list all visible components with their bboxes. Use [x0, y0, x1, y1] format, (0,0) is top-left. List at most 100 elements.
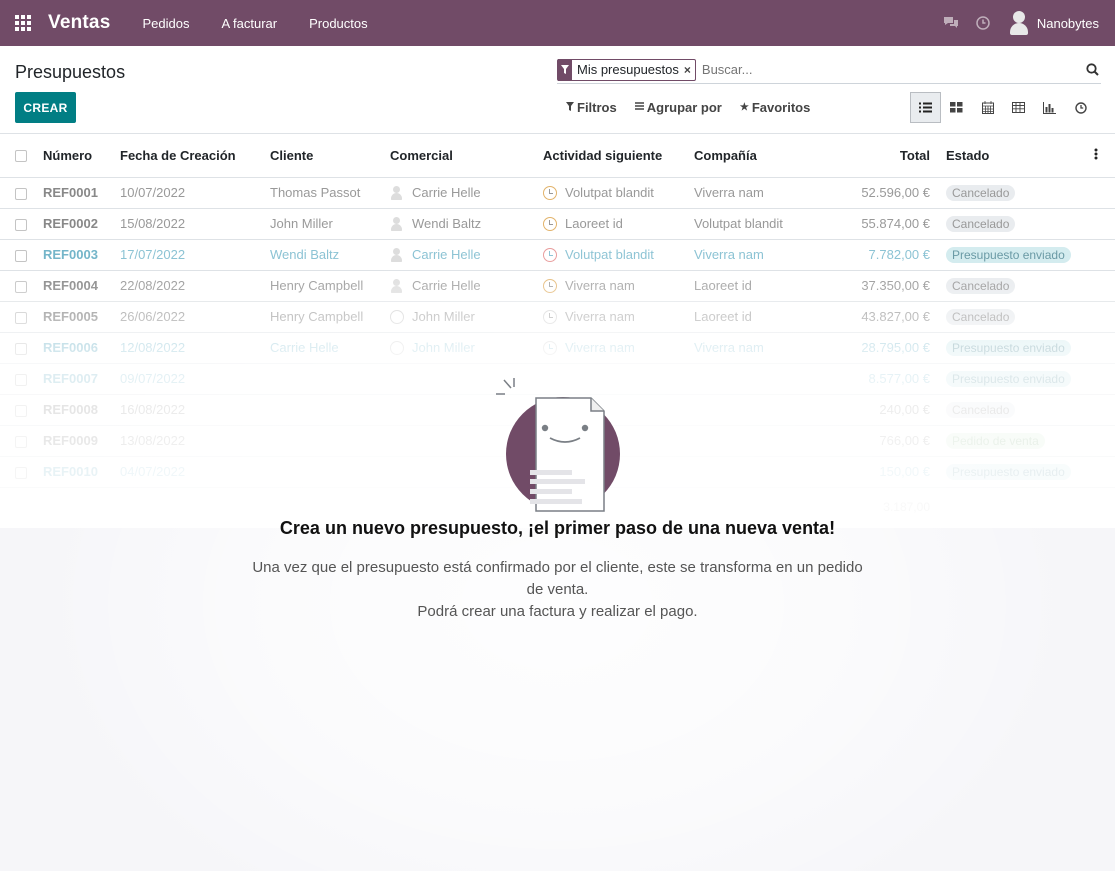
smiling-document-illustration [493, 376, 623, 516]
cell-comercial: Carrie Helle [390, 270, 543, 302]
cell-comercial: Wendi Baltz [390, 208, 543, 240]
activity-view-icon[interactable] [1065, 92, 1096, 123]
cell-actividad: Laoreet id [543, 208, 694, 240]
favorites-button[interactable]: ★ Favoritos [740, 100, 810, 115]
help-line-1: Una vez que el presupuesto está confirma… [252, 559, 863, 598]
cell-compania: Laoreet id [694, 301, 814, 333]
table-row[interactable]: REF0002 15/08/2022 John Miller Wendi Baltz L… [0, 208, 1115, 240]
row-checkbox[interactable] [0, 177, 43, 209]
column-header-actividad[interactable]: Actividad siguiente [543, 134, 694, 178]
column-header-comercial[interactable]: Comercial [390, 134, 543, 178]
cell-comercial: Carrie Helle [390, 239, 543, 271]
calendar-view-icon[interactable] [972, 92, 1003, 123]
cell-comercial: John Miller [390, 332, 543, 364]
column-header-cliente[interactable]: Cliente [270, 134, 390, 178]
column-header-estado[interactable]: Estado [938, 134, 1078, 178]
salesperson-name: John Miller [412, 308, 475, 324]
view-switcher [910, 92, 1096, 123]
menu-item-productos[interactable]: Productos [293, 0, 384, 46]
list-view-icon[interactable] [910, 92, 941, 123]
cell-numero: REF0006 [43, 332, 120, 364]
column-header-fecha[interactable]: Fecha de Creación [120, 134, 270, 178]
optional-columns-toggle[interactable] [1078, 134, 1115, 178]
salesperson-avatar-icon [390, 341, 404, 356]
cell-actividad: Volutpat blandit [543, 239, 694, 271]
cell-fecha: 17/07/2022 [120, 239, 270, 271]
table-row[interactable]: REF0003 17/07/2022 Wendi Baltz Carrie Helle… [0, 239, 1115, 271]
activity-name: Viverra nam [565, 339, 635, 355]
bars-icon [634, 102, 644, 113]
salesperson-name: Carrie Helle [412, 184, 481, 200]
column-header-compania[interactable]: Compañía [694, 134, 814, 178]
cell-fecha: 22/08/2022 [120, 270, 270, 302]
status-badge: Cancelado [946, 277, 1016, 294]
cell-estado: Presupuesto enviado [938, 332, 1078, 364]
table-header: Número Fecha de Creación Cliente Comerci… [0, 134, 1115, 178]
cell-empty [1078, 239, 1115, 271]
activity-clock-icon[interactable] [543, 310, 557, 325]
filters-label: Filtros [577, 100, 617, 115]
activity-clock-icon[interactable] [543, 186, 557, 201]
cell-compania: Laoreet id [694, 270, 814, 302]
chat-icon[interactable] [935, 0, 967, 46]
cell-total: 7.782,00 € [814, 239, 938, 271]
status-badge: Cancelado [946, 215, 1016, 232]
create-button[interactable]: CREAR [15, 92, 76, 123]
column-header-numero[interactable]: Número [43, 134, 120, 178]
top-navbar: Ventas Pedidos A facturar Productos Nano… [0, 0, 1115, 46]
cell-fecha: 12/08/2022 [120, 332, 270, 364]
cell-compania: Viverra nam [694, 177, 814, 209]
cell-compania: Viverra nam [694, 332, 814, 364]
cell-empty [1078, 270, 1115, 302]
help-description: Una vez que el presupuesto está confirma… [0, 557, 1115, 623]
graph-view-icon[interactable] [1034, 92, 1065, 123]
row-checkbox[interactable] [0, 208, 43, 240]
row-checkbox[interactable] [0, 239, 43, 271]
empty-state-help: Crea un nuevo presupuesto, ¡el primer pa… [0, 376, 1115, 623]
cell-actividad: Viverra nam [543, 332, 694, 364]
status-badge: Cancelado [946, 308, 1016, 325]
remove-facet-icon[interactable]: × [684, 63, 695, 77]
cell-total: 52.596,00 € [814, 177, 938, 209]
filter-icon [558, 58, 572, 81]
table-row[interactable]: REF0004 22/08/2022 Henry Campbell Carrie He… [0, 270, 1115, 302]
cell-cliente: Thomas Passot [270, 177, 390, 209]
row-checkbox[interactable] [0, 270, 43, 302]
status-badge: Presupuesto enviado [946, 339, 1071, 356]
salesperson-name: Carrie Helle [412, 277, 481, 293]
pivot-view-icon[interactable] [1003, 92, 1034, 123]
app-name[interactable]: Ventas [48, 12, 110, 34]
user-menu[interactable]: Nanobytes [999, 11, 1115, 35]
filters-button[interactable]: Filtros [566, 100, 617, 115]
cell-comercial: Carrie Helle [390, 177, 543, 209]
activity-clock-icon[interactable] [967, 0, 999, 46]
select-all-checkbox[interactable] [0, 134, 43, 178]
table-row[interactable]: REF0006 12/08/2022 Carrie Helle John Miller… [0, 332, 1115, 364]
cell-cliente: John Miller [270, 208, 390, 240]
activity-clock-icon[interactable] [543, 341, 557, 356]
search-input[interactable] [701, 58, 1083, 81]
cell-empty [1078, 177, 1115, 209]
search-facet: Mis presupuestos × [557, 58, 696, 81]
user-name: Nanobytes [1036, 15, 1099, 31]
group-by-button[interactable]: Agrupar por [634, 100, 722, 115]
activity-clock-icon[interactable] [543, 217, 557, 232]
cell-estado: Cancelado [938, 301, 1078, 333]
filter-icon [566, 101, 574, 114]
kanban-view-icon[interactable] [941, 92, 972, 123]
apps-menu-icon[interactable] [0, 0, 46, 46]
salesperson-name: John Miller [412, 339, 475, 355]
row-checkbox[interactable] [0, 301, 43, 333]
table-row[interactable]: REF0001 10/07/2022 Thomas Passot Carrie Hel… [0, 177, 1115, 209]
menu-item-pedidos[interactable]: Pedidos [126, 0, 205, 46]
cell-compania: Volutpat blandit [694, 208, 814, 240]
row-checkbox[interactable] [0, 332, 43, 364]
menu-item-a-facturar[interactable]: A facturar [205, 0, 293, 46]
column-header-total[interactable]: Total [814, 134, 938, 178]
control-panel: Presupuestos CREAR Mis presupuestos × Fi… [0, 46, 1115, 134]
search-icon[interactable] [1083, 60, 1101, 80]
table-row[interactable]: REF0005 26/06/2022 Henry Campbell John Mill… [0, 301, 1115, 333]
activity-clock-icon[interactable] [543, 248, 557, 263]
activity-clock-icon[interactable] [543, 279, 557, 294]
facet-label: Mis presupuestos [577, 62, 679, 77]
